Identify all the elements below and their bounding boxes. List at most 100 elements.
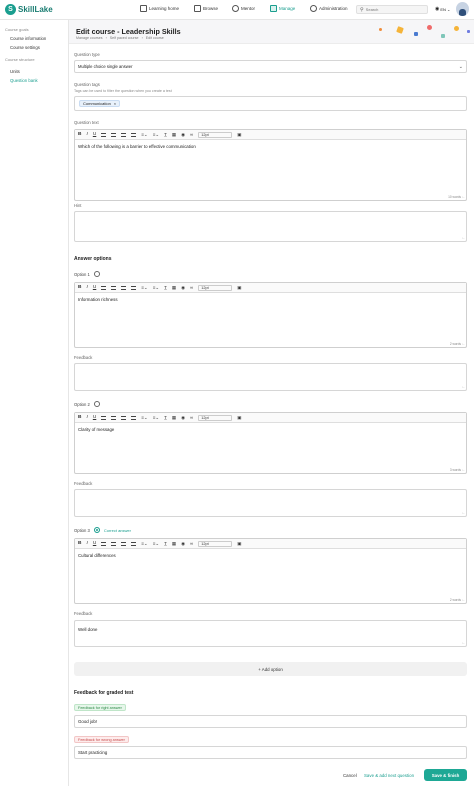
question-type-select[interactable]: Multiple choice single answer ⌄ [74, 60, 467, 73]
bold-icon[interactable]: B [78, 415, 81, 420]
breadcrumb-item[interactable]: Manage courses [76, 36, 103, 40]
wrong-answer-feedback-input[interactable]: Start practicing [74, 746, 467, 759]
save-finish-button[interactable]: Save & finish [424, 769, 467, 781]
add-option-button[interactable]: + Add option [74, 662, 467, 676]
nav-mentor[interactable]: Mentor [232, 5, 255, 12]
align-justify-icon[interactable] [131, 541, 137, 546]
fullscreen-icon[interactable]: ▦ [172, 285, 176, 291]
numbered-list-icon[interactable]: ≡⌄ [141, 285, 147, 291]
fullscreen-icon[interactable]: ▦ [172, 541, 176, 547]
preview-icon[interactable]: ◉ [181, 541, 185, 547]
sidebar-item-units[interactable]: Units [0, 65, 68, 74]
link-icon[interactable]: ∞ [190, 285, 193, 290]
bold-icon[interactable]: B [78, 132, 81, 137]
fullscreen-icon[interactable]: ▦ [172, 132, 176, 138]
nav-manage[interactable]: Manage [270, 5, 295, 12]
link-icon[interactable]: ∞ [190, 541, 193, 546]
italic-icon[interactable]: I [86, 285, 87, 290]
sidebar-item-question-bank[interactable]: Question bank [0, 74, 68, 83]
underline-icon[interactable]: U [93, 415, 96, 420]
preview-icon[interactable]: ◉ [181, 132, 185, 138]
fullscreen-icon[interactable]: ▦ [172, 415, 176, 421]
align-center-icon[interactable] [111, 132, 117, 137]
link-icon[interactable]: ∞ [190, 415, 193, 420]
font-size-select[interactable]: 12pt [198, 131, 233, 138]
link-icon[interactable]: ∞ [190, 132, 193, 137]
font-size-select[interactable]: 12pt [198, 284, 233, 291]
font-size-select[interactable]: 12pt [198, 414, 233, 421]
cancel-button[interactable]: Cancel [343, 773, 357, 778]
nav-browse[interactable]: Browse [194, 5, 218, 12]
align-center-icon[interactable] [111, 285, 117, 290]
option-1-radio[interactable] [93, 271, 100, 277]
resize-handle-icon[interactable]: ∟ [462, 236, 465, 240]
sidebar-item-course-settings[interactable]: Course settings [0, 41, 68, 50]
option-1-feedback-textarea[interactable]: ∟ [74, 363, 467, 391]
image-icon[interactable]: ▣ [237, 132, 241, 138]
resize-handle-icon[interactable]: ∟ [462, 511, 465, 515]
clear-format-icon[interactable]: T̲ [164, 285, 167, 290]
resize-handle-icon[interactable]: ∟ [462, 195, 465, 199]
language-selector[interactable]: ◉ EN ⌄ [435, 6, 450, 12]
bullet-list-icon[interactable]: ≡⌄ [153, 415, 159, 421]
option-1-editor[interactable]: BI U ≡⌄ ≡⌄ T̲ ▦ ◉ ∞ 12pt ▣ Information richne… [74, 282, 467, 348]
align-right-icon[interactable] [121, 132, 127, 137]
resize-handle-icon[interactable]: ∟ [462, 468, 465, 472]
align-center-icon[interactable] [111, 415, 117, 420]
align-left-icon[interactable] [101, 285, 107, 290]
align-left-icon[interactable] [101, 132, 107, 137]
avatar[interactable] [456, 2, 469, 16]
bullet-list-icon[interactable]: ≡⌄ [153, 132, 159, 138]
resize-handle-icon[interactable]: ∟ [462, 342, 465, 346]
italic-icon[interactable]: I [86, 132, 87, 137]
align-justify-icon[interactable] [131, 415, 137, 420]
image-icon[interactable]: ▣ [237, 285, 241, 291]
align-left-icon[interactable] [101, 541, 107, 546]
resize-handle-icon[interactable]: ∟ [462, 385, 465, 389]
underline-icon[interactable]: U [93, 285, 96, 290]
italic-icon[interactable]: I [86, 415, 87, 420]
bold-icon[interactable]: B [78, 541, 81, 546]
option-3-feedback-textarea[interactable]: Well done ∟ [74, 620, 467, 647]
breadcrumb-item[interactable]: Self paced course [110, 36, 139, 40]
align-center-icon[interactable] [111, 541, 117, 546]
hint-textarea[interactable]: ∟ [74, 211, 467, 242]
option-3-editor[interactable]: BI U ≡⌄ ≡⌄ T̲ ▦ ◉ ∞ 12pt ▣ Cultural differenc… [74, 538, 467, 604]
option-3-radio[interactable] [93, 527, 100, 533]
align-right-icon[interactable] [121, 415, 127, 420]
question-tags-input[interactable]: Communication × [74, 96, 467, 111]
numbered-list-icon[interactable]: ≡⌄ [141, 415, 147, 421]
nav-learning-home[interactable]: Learning home [140, 5, 179, 12]
underline-icon[interactable]: U [93, 132, 96, 137]
option-2-radio[interactable] [93, 401, 100, 407]
preview-icon[interactable]: ◉ [181, 285, 185, 291]
numbered-list-icon[interactable]: ≡⌄ [141, 132, 147, 138]
search-input[interactable] [365, 7, 421, 12]
image-icon[interactable]: ▣ [237, 415, 241, 421]
bold-icon[interactable]: B [78, 285, 81, 290]
close-icon[interactable]: × [114, 101, 116, 106]
align-justify-icon[interactable] [131, 285, 137, 290]
nav-administration[interactable]: Administration [310, 5, 348, 12]
align-justify-icon[interactable] [131, 132, 137, 137]
numbered-list-icon[interactable]: ≡⌄ [141, 541, 147, 547]
bullet-list-icon[interactable]: ≡⌄ [153, 541, 159, 547]
clear-format-icon[interactable]: T̲ [164, 415, 167, 420]
search-box[interactable]: ⚲ [356, 5, 428, 14]
preview-icon[interactable]: ◉ [181, 415, 185, 421]
option-2-feedback-textarea[interactable]: ∟ [74, 489, 467, 517]
underline-icon[interactable]: U [93, 541, 96, 546]
clear-format-icon[interactable]: T̲ [164, 132, 167, 137]
resize-handle-icon[interactable]: ∟ [462, 598, 465, 602]
italic-icon[interactable]: I [86, 541, 87, 546]
save-add-next-button[interactable]: Save & add next question [364, 773, 414, 778]
align-right-icon[interactable] [121, 541, 127, 546]
right-answer-feedback-input[interactable]: Good job! [74, 715, 467, 728]
logo[interactable]: S SkillLake [5, 4, 53, 15]
sidebar-item-course-information[interactable]: Course information [0, 32, 68, 41]
option-2-editor[interactable]: BI U ≡⌄ ≡⌄ T̲ ▦ ◉ ∞ 12pt ▣ Clarity of message… [74, 412, 467, 474]
clear-format-icon[interactable]: T̲ [164, 541, 167, 546]
question-text-editor[interactable]: BI U ≡⌄ ≡⌄ T̲ ▦ ◉ ∞ 12pt ▣ Which of the follo… [74, 129, 467, 201]
align-left-icon[interactable] [101, 415, 107, 420]
font-size-select[interactable]: 12pt [198, 540, 233, 547]
